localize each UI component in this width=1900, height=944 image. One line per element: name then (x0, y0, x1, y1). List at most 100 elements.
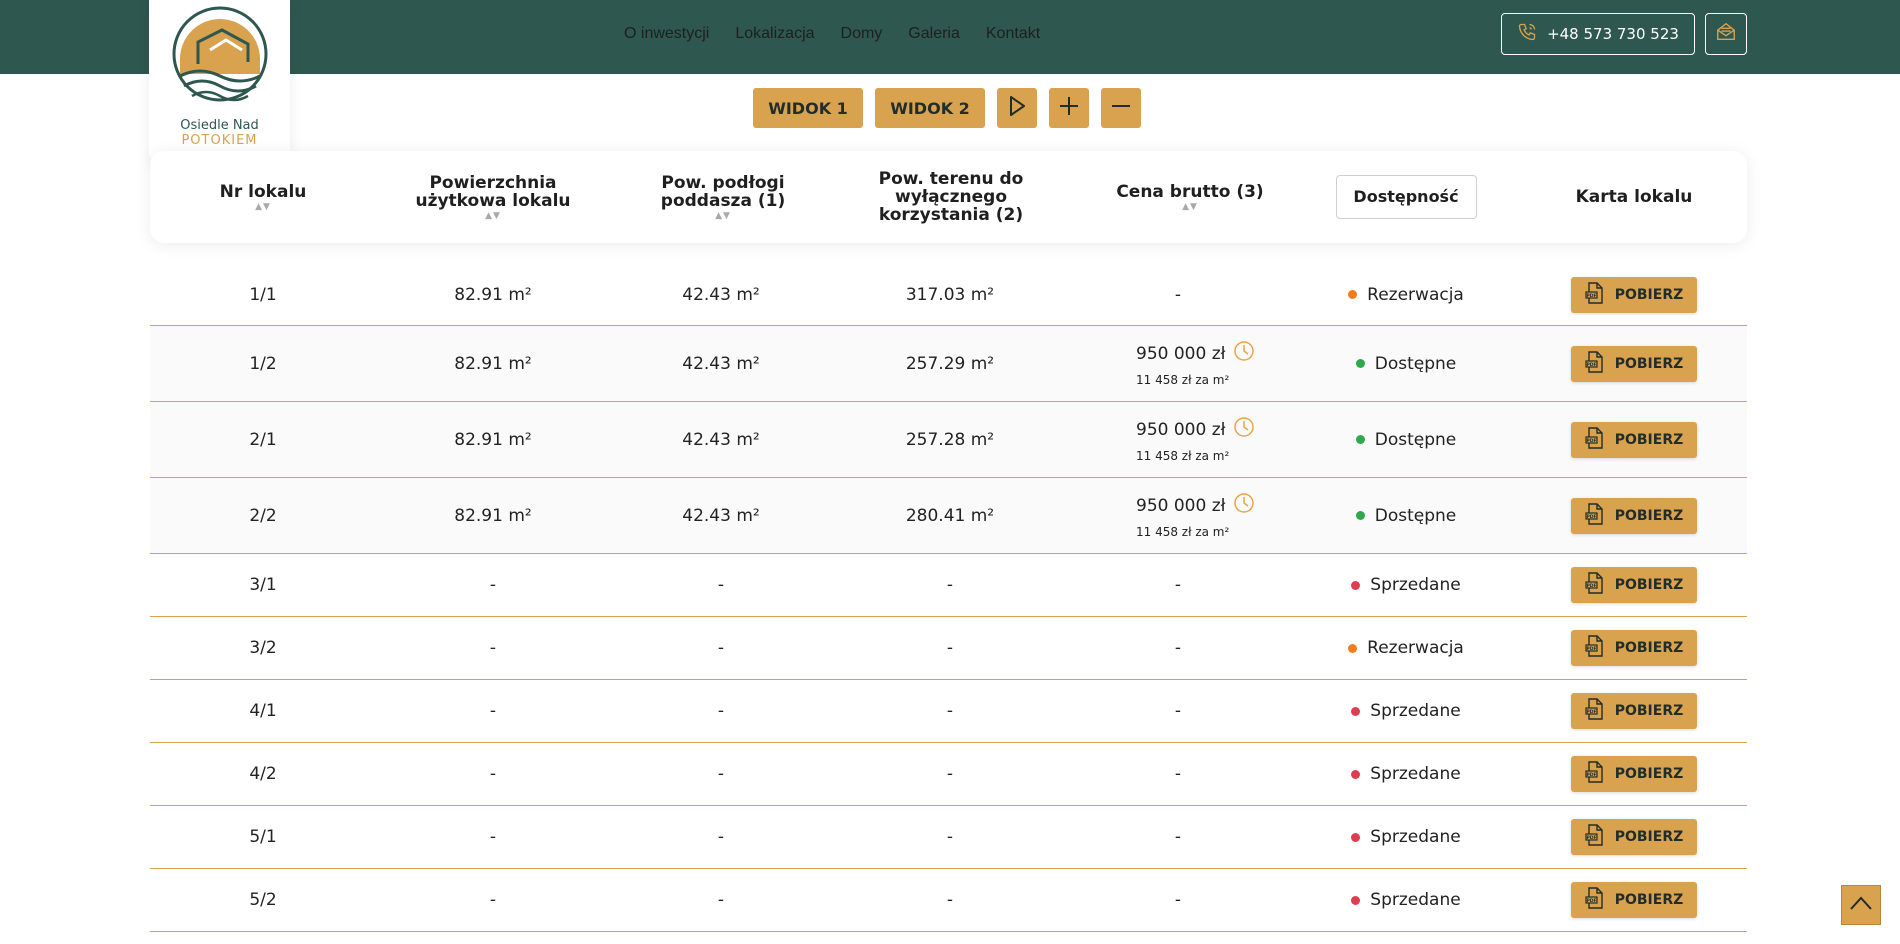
cell-attic: - (717, 764, 725, 784)
price-per-m2: 11 458 zł za m² (1136, 373, 1230, 387)
download-button[interactable]: PDF POBIERZ (1571, 756, 1697, 792)
header-price[interactable]: Cena brutto (3) ▲▼ (1090, 151, 1290, 243)
logo[interactable]: Osiedle Nad POTOKIEM (149, 0, 290, 163)
zoom-in-button[interactable] (1049, 88, 1089, 128)
price-main: 950 000 zł (1136, 492, 1255, 519)
cell-land: - (946, 827, 954, 847)
header-nr[interactable]: Nr lokalu ▲▼ (190, 151, 336, 243)
pdf-file-icon: PDF (1585, 502, 1605, 529)
cell-price: - (1174, 890, 1182, 910)
status-badge: Sprzedane (1351, 764, 1461, 784)
pdf-file-icon: PDF (1585, 887, 1605, 913)
table-row: 4/1 - - - - Sprzedane PDF POBIERZ (150, 680, 1747, 743)
table-row: 4/2 - - - - Sprzedane PDF POBIERZ (150, 743, 1747, 806)
mail-button[interactable] (1705, 13, 1747, 55)
svg-text:PDF: PDF (1586, 361, 1596, 367)
download-button[interactable]: PDF POBIERZ (1571, 630, 1697, 666)
header-availability: Dostępność (1306, 151, 1506, 243)
download-button-label: POBIERZ (1614, 703, 1684, 719)
cell-land: 257.29 m² (905, 353, 995, 374)
nav-link-domy[interactable]: Domy (841, 25, 883, 43)
table-row: 5/2 - - - - Sprzedane PDF POBIERZ (150, 869, 1747, 932)
cell-card: PDF POBIERZ (1534, 402, 1734, 477)
view-2-button[interactable]: WIDOK 2 (875, 88, 985, 128)
download-button[interactable]: PDF POBIERZ (1571, 276, 1697, 313)
scroll-to-top-button[interactable] (1841, 885, 1881, 925)
availability-filter-button[interactable]: Dostępność (1335, 175, 1477, 219)
sort-icon: ▲▼ (715, 210, 731, 221)
cell-status: Sprzedane (1306, 743, 1506, 805)
download-button-label: POBIERZ (1614, 577, 1684, 593)
cell-attic: - (717, 701, 725, 721)
view-controls: WIDOK 1 WIDOK 2 (753, 88, 1141, 128)
price-per-m2: 11 458 zł za m² (1136, 449, 1230, 463)
phone-button[interactable]: +48 573 730 523 (1501, 13, 1695, 55)
status-label: Sprzedane (1370, 575, 1461, 595)
clock-icon[interactable] (1233, 416, 1255, 443)
nav-link-galeria[interactable]: Galeria (908, 25, 960, 43)
header-area-label: Powierzchnia użytkowa lokalu (415, 172, 571, 211)
clock-icon[interactable] (1233, 492, 1255, 519)
cell-attic: 42.43 m² (682, 284, 760, 305)
price-main: 950 000 zł (1136, 340, 1255, 367)
header-area[interactable]: Powierzchnia użytkowa lokalu ▲▼ (393, 151, 593, 243)
cell-area: - (489, 701, 497, 721)
svg-text:PDF: PDF (1586, 513, 1596, 519)
zoom-out-button[interactable] (1101, 88, 1141, 128)
cell-nr: 1/2 (249, 353, 277, 374)
cell-land: 257.28 m² (905, 429, 995, 450)
mail-icon (1715, 21, 1737, 48)
status-badge: Rezerwacja (1348, 638, 1464, 658)
clock-icon[interactable] (1233, 340, 1255, 367)
svg-text:PDF: PDF (1586, 709, 1596, 715)
view-1-button[interactable]: WIDOK 1 (753, 88, 863, 128)
download-button[interactable]: PDF POBIERZ (1571, 693, 1697, 729)
nav-link-lokalizacja[interactable]: Lokalizacja (735, 25, 814, 43)
cell-status: Dostępne (1306, 478, 1506, 553)
play-button[interactable] (997, 88, 1037, 128)
download-button[interactable]: PDF POBIERZ (1571, 421, 1697, 458)
minus-icon (1110, 95, 1132, 121)
svg-text:PDF: PDF (1586, 772, 1596, 778)
svg-text:PDF: PDF (1586, 437, 1596, 443)
download-button[interactable]: PDF POBIERZ (1571, 497, 1697, 534)
cell-nr: 5/1 (249, 827, 277, 847)
pdf-file-icon: PDF (1585, 824, 1605, 850)
cell-card: PDF POBIERZ (1534, 743, 1734, 805)
status-label: Sprzedane (1370, 701, 1461, 721)
status-badge: Rezerwacja (1348, 285, 1464, 305)
status-label: Dostępne (1374, 429, 1457, 450)
cell-area: 82.91 m² (454, 353, 532, 374)
header-card-label: Karta lokalu (1575, 187, 1693, 207)
pdf-file-icon: PDF (1585, 635, 1605, 661)
cell-area: - (489, 638, 497, 658)
status-badge: Sprzedane (1351, 701, 1461, 721)
cell-land: - (946, 575, 954, 595)
header-attic[interactable]: Pow. podłogi poddasza (1) ▲▼ (640, 151, 806, 243)
cell-nr: 1/1 (249, 284, 277, 305)
cell-attic: - (717, 638, 725, 658)
status-dot-icon (1348, 643, 1358, 653)
cell-area: - (489, 890, 497, 910)
cell-area: - (489, 764, 497, 784)
download-button[interactable]: PDF POBIERZ (1571, 819, 1697, 855)
pdf-file-icon: PDF (1585, 281, 1605, 308)
header-card: Karta lokalu (1534, 151, 1734, 243)
download-button[interactable]: PDF POBIERZ (1571, 882, 1697, 918)
status-label: Dostępne (1374, 353, 1457, 374)
nav-link-o-inwestycji[interactable]: O inwestycji (624, 25, 709, 43)
nav-link-kontakt[interactable]: Kontakt (986, 25, 1040, 43)
download-button[interactable]: PDF POBIERZ (1571, 345, 1697, 382)
logo-text-line1: Osiedle Nad (180, 118, 259, 133)
download-button-label: POBIERZ (1614, 286, 1684, 303)
status-dot-icon (1355, 359, 1365, 368)
cell-area: 82.91 m² (454, 429, 532, 450)
table-row: 5/1 - - - - Sprzedane PDF POBIERZ (150, 806, 1747, 869)
status-label: Sprzedane (1370, 890, 1461, 910)
download-button[interactable]: PDF POBIERZ (1571, 567, 1697, 603)
cell-land: 317.03 m² (905, 284, 995, 305)
price-value: 950 000 zł (1136, 495, 1226, 516)
download-button-label: POBIERZ (1614, 829, 1684, 845)
cell-card: PDF POBIERZ (1534, 680, 1734, 742)
cell-price: 950 000 zł 11 458 zł za m² (1078, 326, 1278, 401)
